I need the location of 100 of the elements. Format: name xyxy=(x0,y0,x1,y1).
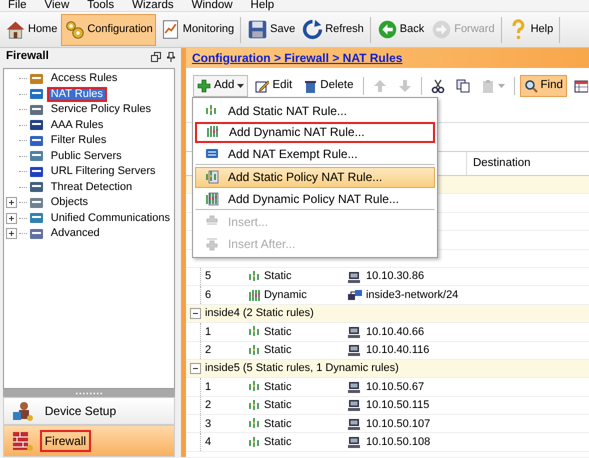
menu-item[interactable]: Tools xyxy=(87,0,114,11)
tree-item[interactable]: Service Policy Rules xyxy=(46,102,156,118)
rule-type: Static xyxy=(264,434,292,450)
tree-item-icon xyxy=(29,149,44,164)
static-nat-icon xyxy=(248,436,261,449)
rule-number: 2 xyxy=(204,398,212,414)
computer-icon xyxy=(348,418,362,430)
tree-item[interactable]: Public Servers xyxy=(46,148,126,164)
group-row[interactable]: inside5 (5 Static rules, 1 Dynamic rules) xyxy=(186,360,589,378)
computer-icon xyxy=(348,344,362,356)
restore-icon xyxy=(151,52,162,62)
toolbar-button[interactable]: Delete xyxy=(299,75,358,97)
toolbar-button[interactable]: Add xyxy=(192,75,248,97)
tree-item-icon xyxy=(29,196,44,210)
network-icon xyxy=(348,289,362,302)
policy-document-icon xyxy=(204,170,219,184)
caret-icon xyxy=(237,84,244,88)
card-icon xyxy=(204,146,219,161)
menu-item[interactable]: Window xyxy=(192,0,233,11)
expand-toggle[interactable] xyxy=(6,228,17,240)
magnifier-icon xyxy=(524,79,538,93)
toolbar-button[interactable]: Back xyxy=(374,14,428,46)
expand-toggle[interactable] xyxy=(6,212,17,224)
rule-type: Static xyxy=(264,324,292,340)
menu-item[interactable]: Add NAT Exempt Rule... xyxy=(194,143,435,164)
up-arrow-icon xyxy=(372,79,387,93)
toolbar-button[interactable]: Save xyxy=(244,14,298,46)
static-nat-icon xyxy=(248,270,261,284)
rule-type: Static xyxy=(264,398,292,414)
clipboard-icon xyxy=(480,79,495,93)
menu-item[interactable]: Add Dynamic NAT Rule... xyxy=(194,122,435,143)
toolbar-button[interactable]: Monitoring xyxy=(156,14,238,46)
rule-number: 1 xyxy=(204,324,212,340)
static-nat-icon xyxy=(248,344,261,357)
rule-number: 1 xyxy=(204,380,212,395)
grip-icon xyxy=(74,392,103,394)
static-nat-icon xyxy=(248,417,261,430)
tree-item[interactable]: URL Filtering Servers xyxy=(46,164,160,180)
nav-button[interactable]: Firewall xyxy=(3,425,175,457)
expand-toggle[interactable] xyxy=(6,197,17,208)
rule-number: 4 xyxy=(204,434,212,450)
tree-item-icon xyxy=(29,118,44,132)
group-row[interactable]: inside4 (2 Static rules) xyxy=(186,304,589,324)
nav-button[interactable]: Device Setup xyxy=(3,397,175,425)
trash-icon xyxy=(303,79,318,93)
scissors-icon xyxy=(430,79,445,93)
source-address: 10.10.40.66 xyxy=(366,324,424,340)
person-gear-icon xyxy=(12,400,34,422)
computer-icon xyxy=(348,399,362,412)
house-icon xyxy=(5,19,26,40)
insert-after-icon xyxy=(204,236,219,251)
dynamic-nat-icon xyxy=(248,288,261,302)
menu-item[interactable]: Add Static Policy NAT Rule... xyxy=(194,166,435,188)
tree-item-icon xyxy=(29,102,44,117)
refresh-icon xyxy=(302,19,324,40)
menu-item[interactable]: Add Static NAT Rule... xyxy=(194,100,435,122)
dynamic-nat-icon xyxy=(206,125,220,140)
collapse-toggle[interactable] xyxy=(190,363,201,374)
toolbar-button[interactable]: Home xyxy=(2,14,60,46)
tree-item[interactable]: Objects xyxy=(46,195,92,210)
group-label: inside4 (2 Static rules) xyxy=(204,306,314,322)
source-address: 10.10.50.107 xyxy=(366,416,430,432)
tree-item[interactable]: Threat Detection xyxy=(46,180,136,195)
tree-item[interactable]: Access Rules xyxy=(46,71,122,86)
toolbar-button[interactable]: Refresh xyxy=(299,14,367,46)
brick-wall-icon xyxy=(12,430,34,452)
gears-icon xyxy=(64,19,86,40)
nav-label: Firewall xyxy=(40,430,91,452)
policy-document-icon xyxy=(204,192,219,206)
tree-item-icon xyxy=(29,180,44,194)
toolbar-button[interactable]: Edit xyxy=(251,75,296,97)
static-nat-icon xyxy=(248,398,261,412)
tree-item[interactable]: NAT Rules xyxy=(46,86,107,102)
source-address: 10.10.30.86 xyxy=(366,269,424,284)
tree-item[interactable]: AAA Rules xyxy=(46,118,108,133)
menu-item[interactable]: Add Dynamic Policy NAT Rule... xyxy=(194,188,435,210)
computer-icon xyxy=(348,270,362,283)
tree-item-icon xyxy=(29,87,44,102)
nav-label: Device Setup xyxy=(44,403,118,420)
menu-item[interactable]: Help xyxy=(250,0,274,11)
tree-item[interactable]: Filter Rules xyxy=(46,133,110,148)
toolbar-button[interactable]: Find xyxy=(520,75,567,97)
group-label: inside5 (5 Static rules, 1 Dynamic rules) xyxy=(204,361,399,376)
column-header[interactable]: Destination xyxy=(466,152,586,175)
source-address: inside3-network/24 xyxy=(366,288,458,303)
collapse-toggle[interactable] xyxy=(190,308,201,319)
rule-number: 5 xyxy=(204,269,212,284)
toolbar-button[interactable]: Configuration xyxy=(61,14,156,46)
menu-item[interactable]: File xyxy=(8,0,27,11)
plus-icon xyxy=(196,79,211,93)
toolbar-button[interactable]: Help xyxy=(504,14,556,46)
source-address: 10.10.50.108 xyxy=(366,434,430,450)
menu-item[interactable]: Wizards xyxy=(132,0,174,11)
rule-type: Static xyxy=(264,380,292,395)
static-nat-icon xyxy=(248,380,261,394)
tree-item[interactable]: Unified Communications xyxy=(46,210,174,226)
menu-item[interactable]: View xyxy=(44,0,70,11)
tree-item[interactable]: Advanced xyxy=(46,226,104,242)
static-nat-icon xyxy=(204,104,219,118)
rule-type: Static xyxy=(264,342,292,358)
